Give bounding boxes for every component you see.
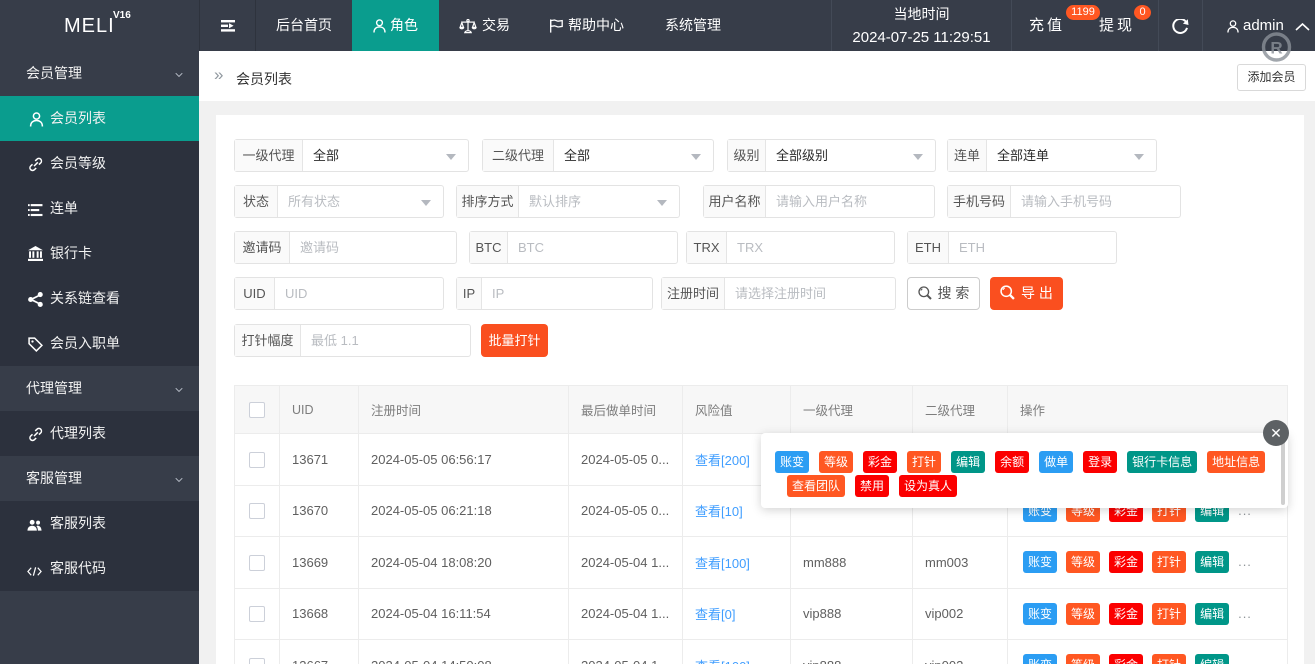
svg-text:R: R	[1270, 39, 1282, 58]
